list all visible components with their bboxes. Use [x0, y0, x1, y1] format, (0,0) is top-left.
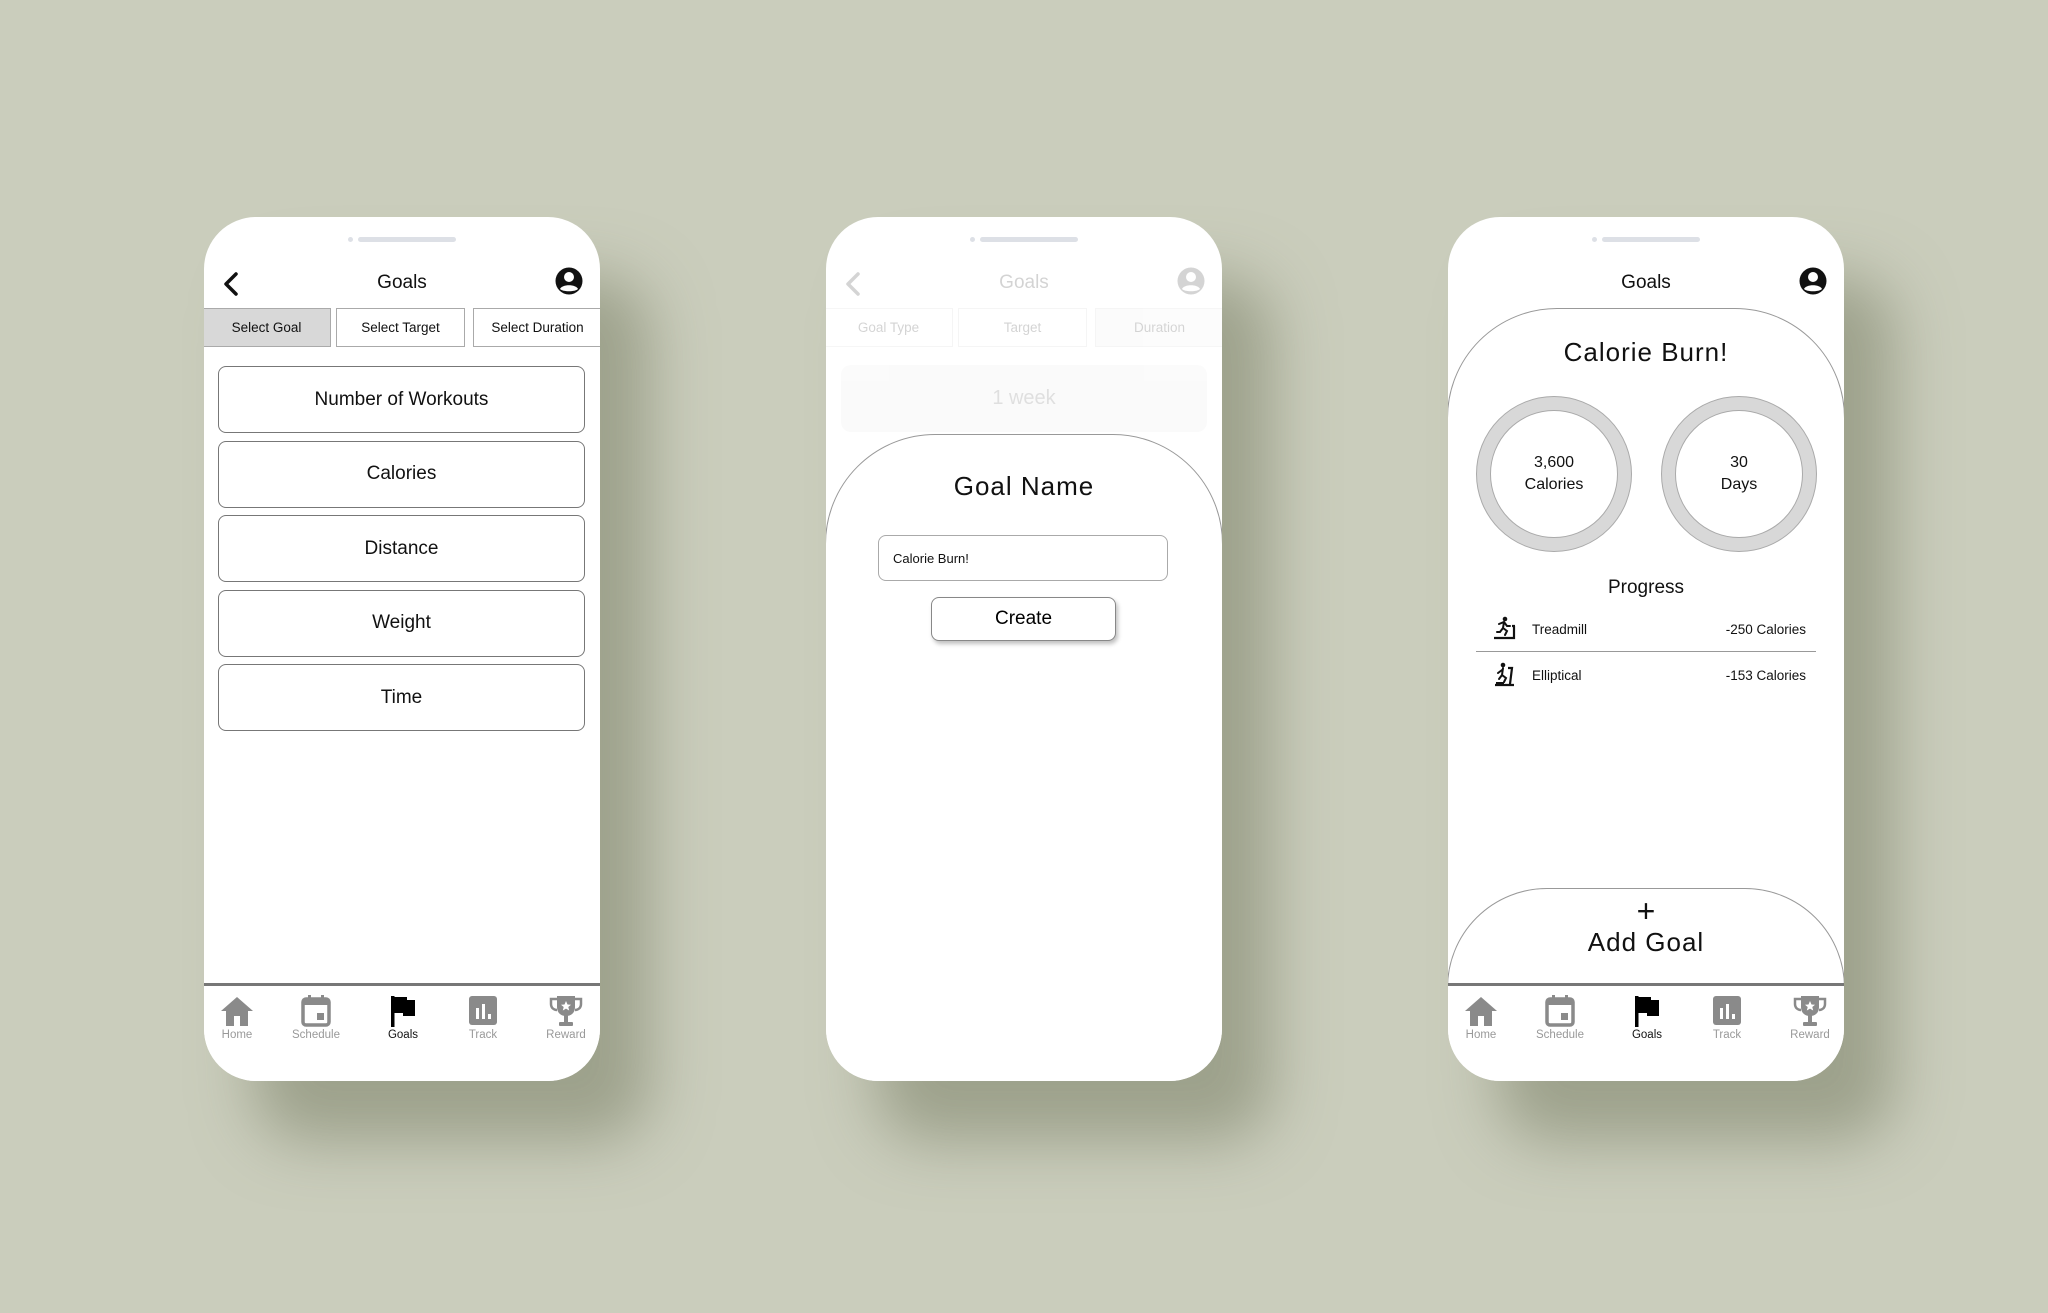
home-icon — [1463, 994, 1499, 1028]
option-number-of-workouts[interactable]: Number of Workouts — [218, 366, 585, 433]
option-calories[interactable]: Calories — [218, 440, 585, 508]
nav-home[interactable]: Home — [1448, 994, 1516, 1041]
ring-unit: Calories — [1524, 476, 1584, 493]
page-title: Goals — [377, 272, 427, 293]
nav-reward[interactable]: Reward — [531, 994, 600, 1041]
create-button[interactable]: Create — [931, 597, 1116, 641]
plus-icon: + — [1636, 893, 1656, 929]
nav-label: Track — [1712, 1029, 1742, 1041]
nav-label: Goals — [387, 1029, 419, 1041]
duration-selection: 1 week — [841, 365, 1207, 432]
nav-goals[interactable]: Goals — [1612, 994, 1682, 1041]
trophy-icon — [1792, 994, 1828, 1028]
profile-icon[interactable] — [554, 266, 584, 296]
profile-icon — [1176, 266, 1206, 296]
nav-label: Reward — [546, 1029, 586, 1041]
header: Goals — [1448, 262, 1844, 306]
speaker-notch — [348, 237, 456, 242]
option-weight[interactable]: Weight — [218, 589, 585, 657]
nav-label: Track — [468, 1029, 498, 1041]
flag-icon — [385, 994, 421, 1028]
speaker-notch — [970, 237, 1078, 242]
flag-icon — [1629, 994, 1665, 1028]
header: Goals — [826, 262, 1222, 306]
days-ring: 30 Days — [1661, 396, 1817, 552]
goal-name-sheet: Goal Name Create — [826, 434, 1222, 1081]
ring-unit: Days — [1720, 476, 1758, 493]
nav-home[interactable]: Home — [204, 994, 272, 1041]
nav-label: Goals — [1631, 1029, 1663, 1041]
phone-screen-goal-detail: Goals Calorie Burn! 3,600 Calories 30 Days… — [1448, 217, 1844, 1081]
nav-label: Home — [1465, 1029, 1497, 1041]
tab-duration: Duration — [1095, 308, 1222, 347]
nav-schedule[interactable]: Schedule — [281, 994, 351, 1041]
nav-goals[interactable]: Goals — [368, 994, 438, 1041]
option-time[interactable]: Time — [218, 664, 585, 731]
activity-name: Elliptical — [1532, 667, 1582, 683]
activity-calories: -250 Calories — [1725, 621, 1806, 637]
nav-reward[interactable]: Reward — [1775, 994, 1844, 1041]
tab-target: Target — [958, 308, 1087, 347]
treadmill-icon — [1492, 616, 1518, 642]
nav-label: Home — [221, 1029, 253, 1041]
elliptical-icon — [1492, 662, 1518, 688]
progress-row: Treadmill -250 Calories — [1476, 607, 1816, 652]
phone-screen-goal-name: Goals Goal Type Target Duration 1 week G… — [826, 217, 1222, 1081]
nav-track[interactable]: Track — [1692, 994, 1762, 1041]
step-tabs: Goal Type Target Duration — [826, 308, 1222, 349]
page-title: Goals — [1621, 272, 1671, 293]
bar-chart-icon — [465, 994, 501, 1028]
step-tabs: Select Goal Select Target Select Duratio… — [204, 308, 600, 349]
progress-row: Elliptical -153 Calories — [1476, 653, 1816, 697]
calories-ring: 3,600 Calories — [1476, 396, 1632, 552]
trophy-icon — [548, 994, 584, 1028]
goal-name-input[interactable] — [878, 535, 1168, 581]
speaker-notch — [1592, 237, 1700, 242]
tab-select-goal[interactable]: Select Goal — [204, 308, 331, 347]
bar-chart-icon — [1709, 994, 1745, 1028]
progress-heading: Progress — [1607, 577, 1685, 598]
ring-value: 3,600 — [1533, 454, 1575, 471]
nav-track[interactable]: Track — [448, 994, 518, 1041]
activity-name: Treadmill — [1532, 621, 1588, 637]
goal-options-list: Number of Workouts Calories Distance Wei… — [218, 366, 585, 739]
calendar-icon — [298, 994, 334, 1028]
nav-schedule[interactable]: Schedule — [1525, 994, 1595, 1041]
tab-goal-type: Goal Type — [826, 308, 953, 347]
bottom-nav: Home Schedule Goals Track Reward — [204, 983, 600, 1081]
activity-calories: -153 Calories — [1725, 667, 1806, 683]
nav-label: Schedule — [1536, 1029, 1584, 1041]
bottom-nav: Home Schedule Goals Track Reward — [1448, 983, 1844, 1081]
tab-select-duration[interactable]: Select Duration — [473, 308, 600, 347]
goal-title: Calorie Burn! — [1563, 337, 1729, 367]
profile-icon[interactable] — [1798, 266, 1828, 296]
sheet-title: Goal Name — [953, 471, 1095, 501]
header: Goals — [204, 262, 600, 306]
add-goal-label: Add Goal — [1587, 927, 1705, 957]
phone-screen-select-goal: Goals Select Goal Select Target Select D… — [204, 217, 600, 1081]
home-icon — [219, 994, 255, 1028]
nav-label: Reward — [1790, 1029, 1830, 1041]
calendar-icon — [1542, 994, 1578, 1028]
tab-select-target[interactable]: Select Target — [336, 308, 465, 347]
page-title: Goals — [999, 272, 1049, 293]
ring-value: 30 — [1730, 454, 1748, 471]
nav-label: Schedule — [292, 1029, 340, 1041]
option-distance[interactable]: Distance — [218, 515, 585, 582]
